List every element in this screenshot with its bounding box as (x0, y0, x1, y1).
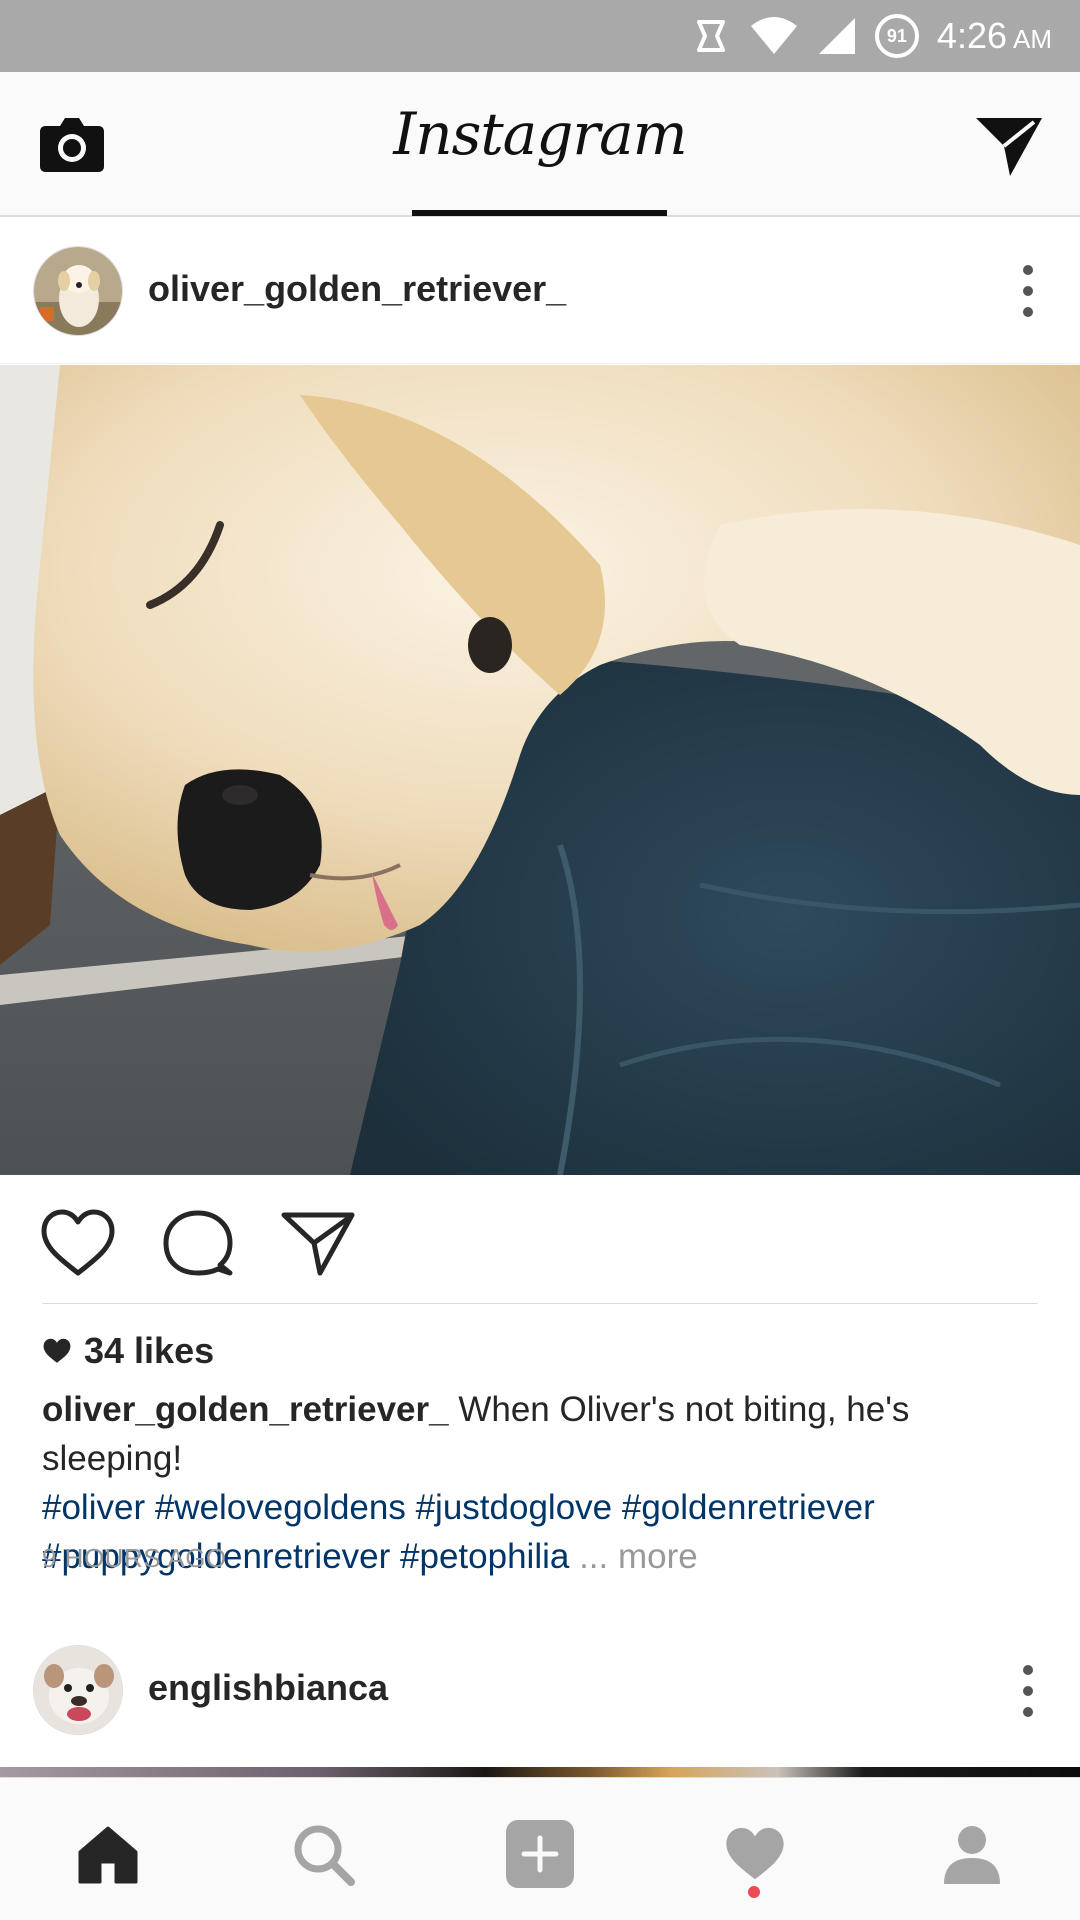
clock-time: 4:26 (936, 15, 1007, 56)
post-options-icon[interactable] (1014, 265, 1042, 317)
more-link[interactable]: ... more (579, 1537, 698, 1576)
avatar-image (34, 247, 122, 335)
nav-add[interactable] (500, 1814, 580, 1894)
hashtag[interactable]: #oliver (42, 1488, 145, 1527)
hashtag[interactable]: #welovegoldens (155, 1488, 406, 1527)
hashtag[interactable]: #petophilia (400, 1537, 569, 1576)
post-username[interactable]: oliver_golden_retriever_ (148, 268, 566, 310)
avatar[interactable] (33, 1645, 123, 1735)
nfc-icon (696, 20, 725, 52)
avatar[interactable] (33, 246, 123, 336)
activity-notification-dot (748, 1886, 760, 1898)
post-photo-image (0, 365, 1080, 1175)
next-post-header: englishbianca (0, 1625, 1080, 1770)
search-icon (294, 1825, 355, 1886)
app-logo[interactable]: Instagram (0, 100, 1080, 168)
likes-count[interactable]: 34 likes (42, 1330, 214, 1372)
nav-home[interactable] (68, 1814, 148, 1894)
nav-profile[interactable] (932, 1814, 1012, 1894)
status-bar: 91 4:26 AM (0, 0, 1080, 72)
app-header: Instagram (0, 72, 1080, 217)
comment-icon[interactable] (160, 1209, 236, 1277)
caption-username[interactable]: oliver_golden_retriever_ (42, 1390, 449, 1429)
home-icon (78, 1826, 138, 1884)
profile-icon (944, 1826, 1000, 1884)
post-header: oliver_golden_retriever_ (0, 219, 1080, 364)
post-actions (0, 1175, 1080, 1303)
next-post-photo[interactable] (0, 1767, 1080, 1777)
cell-signal-icon (818, 18, 855, 54)
battery-icon: 91 (874, 14, 919, 58)
logo-underline (412, 210, 667, 216)
nav-search[interactable] (283, 1814, 363, 1894)
post-photo[interactable] (0, 365, 1080, 1175)
battery-level: 91 (886, 25, 907, 46)
nav-activity[interactable] (715, 1814, 795, 1894)
clock: 4:26 AM (937, 15, 1052, 57)
hashtag[interactable]: #goldenretriever (622, 1488, 875, 1527)
caption-line-2: #oliver #welovegoldens #justdoglove #gol… (42, 1483, 1052, 1532)
heart-filled-icon (43, 1338, 71, 1363)
clock-ampm: AM (1013, 24, 1052, 54)
hashtag[interactable]: #justdoglove (416, 1488, 613, 1527)
likes-label: 34 likes (84, 1330, 215, 1371)
post-username[interactable]: englishbianca (148, 1667, 388, 1709)
wifi-icon (750, 17, 797, 54)
post-options-icon[interactable] (1014, 1665, 1042, 1717)
share-icon[interactable] (280, 1209, 356, 1277)
bottom-nav (0, 1777, 1080, 1920)
activity-icon (726, 1827, 784, 1880)
direct-message-icon[interactable] (974, 112, 1044, 178)
post-timestamp: 9 HOURS AGO (42, 1543, 227, 1573)
avatar-image (34, 1646, 122, 1734)
actions-divider (42, 1303, 1038, 1304)
like-icon[interactable] (40, 1209, 116, 1277)
add-icon (506, 1820, 574, 1888)
caption-line-1: oliver_golden_retriever_ When Oliver's n… (42, 1385, 1052, 1483)
